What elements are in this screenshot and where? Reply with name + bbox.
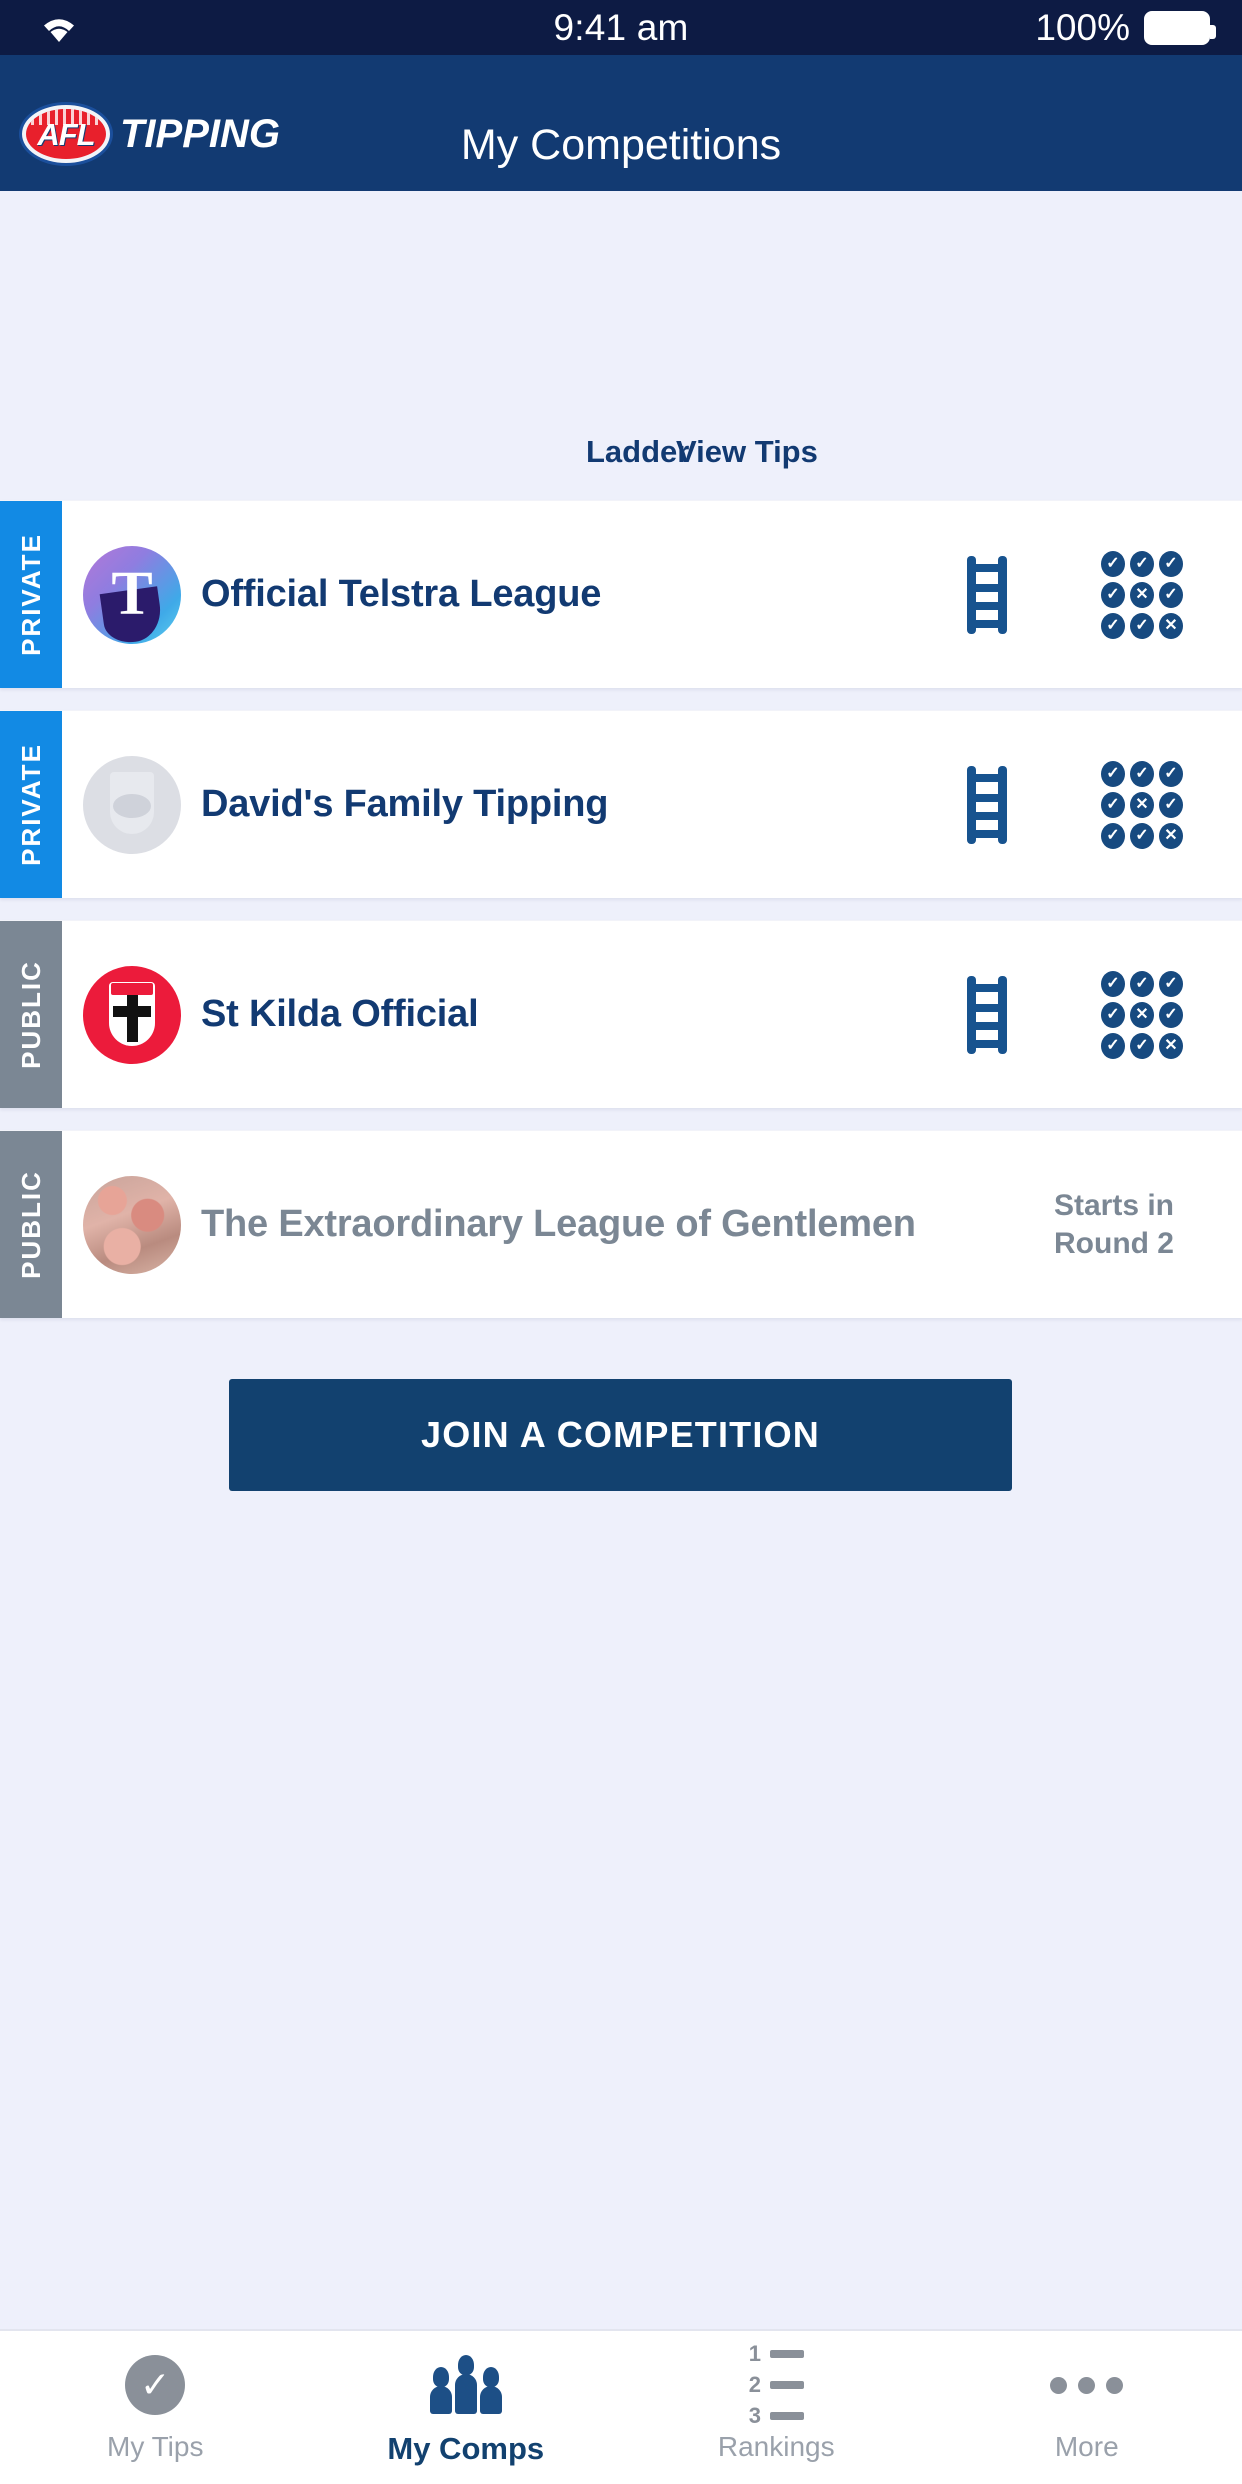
ladder-column-label: Ladder: [586, 434, 690, 469]
status-bar-right: 100%: [832, 7, 1242, 49]
status-badge: PRIVATE: [0, 501, 62, 688]
column-headers: Ladder View Tips: [0, 434, 1242, 480]
app-screen: 9:41 am 100% AFL TIPPING My Competitions…: [0, 0, 1242, 2484]
view-tips-button[interactable]: ✓ ✓ ✓ ✓ ✕ ✓ ✓ ✓ ✕: [1042, 550, 1242, 639]
tab-my-tips-label: My Tips: [107, 2431, 204, 2462]
placeholder-club-icon: [83, 755, 181, 854]
flamingo-photo-avatar: [83, 1175, 181, 1274]
tab-my-tips[interactable]: ✓ My Tips: [0, 2331, 311, 2463]
st-kilda-logo-icon: [83, 965, 181, 1064]
status-badge-label: PUBLIC: [15, 1170, 46, 1279]
view-tips-button[interactable]: ✓ ✓ ✓ ✓ ✕ ✓ ✓ ✓ ✕: [1042, 760, 1242, 849]
tab-my-comps-label: My Comps: [387, 2431, 545, 2466]
status-badge-label: PRIVATE: [15, 743, 46, 866]
ladder-button[interactable]: [932, 765, 1042, 844]
numbered-list-icon: 1 2 3: [749, 2343, 804, 2427]
status-badge: PRIVATE: [0, 711, 62, 898]
table-row[interactable]: PRIVATE T Official Telstra League ✓ ✓ ✓ ✓ ✕ ✓…: [0, 500, 1242, 688]
wifi-icon: [44, 18, 74, 42]
status-badge: PUBLIC: [0, 921, 62, 1108]
status-badge-label: PUBLIC: [15, 960, 46, 1069]
table-row[interactable]: PUBLIC St Kilda Official ✓ ✓ ✓ ✓ ✕ ✓ ✓ ✓ ✕: [0, 920, 1242, 1108]
ladder-icon: [964, 765, 1010, 844]
status-badge: PUBLIC: [0, 1131, 62, 1318]
check-circle-icon: ✓: [125, 2353, 186, 2417]
tips-grid-icon: ✓ ✓ ✓ ✓ ✕ ✓ ✓ ✓ ✕: [1101, 760, 1183, 849]
tab-more[interactable]: More: [932, 2331, 1242, 2463]
telstra-t-glyph: T: [111, 560, 153, 628]
competition-list: PRIVATE T Official Telstra League ✓ ✓ ✓ ✓ ✕ ✓…: [0, 500, 1242, 1340]
bottom-tab-bar: ✓ My Tips My Comps 1 2 3 Rankings More: [0, 2329, 1242, 2484]
starts-in-line-1: Starts in: [1053, 1189, 1174, 1222]
table-row: PUBLIC The Extraordinary League of Gentl…: [0, 1130, 1242, 1318]
afl-logo-text: AFL: [37, 116, 95, 152]
ellipsis-icon: [1050, 2353, 1124, 2417]
status-bar: 9:41 am 100%: [0, 0, 1242, 55]
app-header: AFL TIPPING My Competitions: [0, 55, 1242, 191]
tab-my-comps[interactable]: My Comps: [311, 2331, 622, 2467]
tab-rankings-label: Rankings: [717, 2431, 835, 2462]
tab-more-label: More: [1054, 2431, 1119, 2462]
battery-full-icon: [1143, 10, 1216, 45]
ladder-button[interactable]: [932, 975, 1042, 1054]
table-row[interactable]: PRIVATE David's Family Tipping ✓ ✓ ✓ ✓ ✕ ✓ ✓ ✓ ✕: [0, 710, 1242, 898]
status-badge-label: PRIVATE: [15, 533, 46, 656]
ladder-icon: [964, 975, 1010, 1054]
join-a-competition-button[interactable]: JOIN A COMPETITION: [229, 1379, 1012, 1491]
starts-in-status: Starts in Round 2: [1022, 1187, 1242, 1262]
page-title: My Competitions: [460, 121, 782, 169]
competition-name: The Extraordinary League of Gentlemen: [201, 1203, 916, 1246]
ladder-button[interactable]: [932, 555, 1042, 634]
view-tips-column-label: View Tips: [676, 434, 818, 469]
competition-name: Official Telstra League: [201, 573, 602, 616]
starts-in-line-2: Round 2: [1054, 1226, 1174, 1260]
tips-grid-icon: ✓ ✓ ✓ ✓ ✕ ✓ ✓ ✓ ✕: [1101, 550, 1183, 639]
status-bar-clock: 9:41 am: [553, 6, 689, 48]
tab-rankings[interactable]: 1 2 3 Rankings: [621, 2331, 932, 2463]
tips-grid-icon: ✓ ✓ ✓ ✓ ✕ ✓ ✓ ✓ ✕: [1101, 970, 1183, 1059]
view-tips-button[interactable]: ✓ ✓ ✓ ✓ ✕ ✓ ✓ ✓ ✕: [1042, 970, 1242, 1059]
competition-name: St Kilda Official: [201, 993, 479, 1036]
battery-percent-label: 100%: [1035, 6, 1130, 48]
competition-name: David's Family Tipping: [201, 783, 609, 826]
telstra-logo-icon: T: [83, 545, 181, 644]
status-bar-left: [0, 11, 410, 45]
ladder-icon: [964, 555, 1010, 634]
people-group-icon: [429, 2353, 502, 2417]
